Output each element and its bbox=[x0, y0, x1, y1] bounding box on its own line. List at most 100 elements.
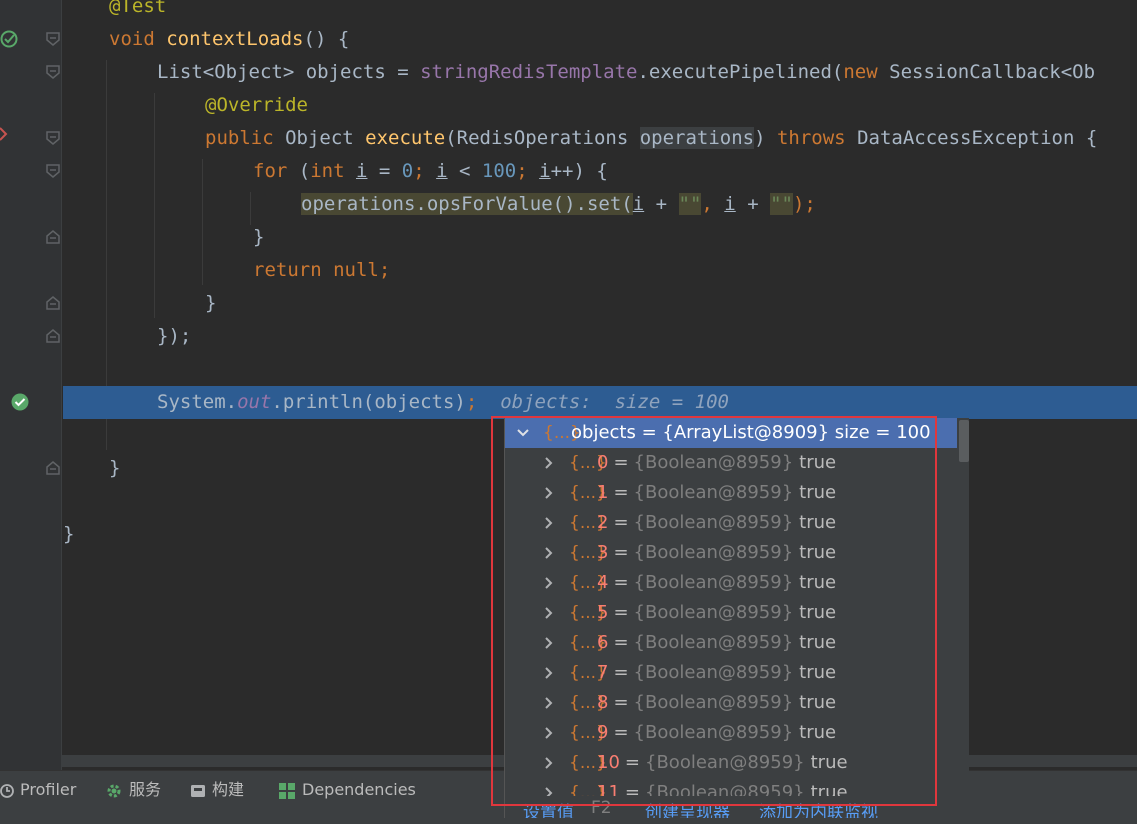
tree-item-row[interactable]: {...} 5 = {Boolean@8959} true bbox=[505, 598, 957, 628]
tree-item-row[interactable]: {...} 4 = {Boolean@8959} true bbox=[505, 568, 957, 598]
item-reference: {Boolean@8959} bbox=[633, 692, 794, 713]
tree-item-row[interactable]: {...} 1 = {Boolean@8959} true bbox=[505, 478, 957, 508]
item-value: true bbox=[799, 542, 837, 563]
variable: i bbox=[539, 160, 551, 182]
tree-item-text: 6 = {Boolean@8959} true bbox=[597, 628, 836, 658]
add-inline-watch-link[interactable]: 添加为内联监视 bbox=[759, 798, 878, 818]
code-line: @Override bbox=[63, 89, 1137, 122]
tree-item-text: 5 = {Boolean@8959} true bbox=[597, 598, 836, 628]
equals-sign: = bbox=[613, 662, 629, 683]
tree-item-row[interactable]: {...} 3 = {Boolean@8959} true bbox=[505, 538, 957, 568]
tree-item-row[interactable]: {...} 8 = {Boolean@8959} true bbox=[505, 688, 957, 718]
keyword: public bbox=[205, 127, 274, 149]
tree-item-row[interactable]: {...} 7 = {Boolean@8959} true bbox=[505, 658, 957, 688]
override-marker-icon[interactable] bbox=[0, 126, 10, 144]
tree-item-text: 9 = {Boolean@8959} true bbox=[597, 718, 836, 748]
set-value-link[interactable]: 设置值 bbox=[523, 798, 574, 818]
chevron-right-icon[interactable] bbox=[543, 727, 555, 739]
tree-item-row[interactable]: {...} 2 = {Boolean@8959} true bbox=[505, 508, 957, 538]
chevron-right-icon[interactable] bbox=[543, 547, 555, 559]
keyword: void bbox=[109, 28, 155, 50]
tree-item-text: 8 = {Boolean@8959} true bbox=[597, 688, 836, 718]
item-value: true bbox=[799, 512, 837, 533]
code-text: } bbox=[205, 292, 217, 314]
equals-sign: = bbox=[624, 752, 640, 773]
item-index: 1 bbox=[597, 482, 609, 503]
tree-item-row[interactable]: {...} 10 = {Boolean@8959} true bbox=[505, 748, 957, 778]
item-reference: {Boolean@8959} bbox=[645, 752, 805, 773]
item-reference: {Boolean@8959} bbox=[633, 572, 794, 593]
code-text: System. bbox=[157, 391, 238, 413]
fold-end-marker-icon[interactable] bbox=[46, 461, 60, 475]
profiler-tab[interactable]: Profiler bbox=[0, 779, 76, 801]
item-index: 8 bbox=[597, 692, 609, 713]
equals-sign: = bbox=[613, 602, 629, 623]
dependencies-icon bbox=[279, 782, 295, 799]
chevron-right-icon[interactable] bbox=[543, 697, 555, 709]
chevron-right-icon[interactable] bbox=[543, 637, 555, 649]
chevron-right-icon[interactable] bbox=[543, 517, 555, 529]
item-value: true bbox=[799, 632, 837, 653]
code-line: operations.opsForValue().set(i + "", i +… bbox=[63, 188, 1137, 221]
breakpoint-check-icon[interactable] bbox=[10, 392, 30, 412]
chevron-right-icon[interactable] bbox=[543, 607, 555, 619]
debugger-value-popup[interactable]: {...} objects = {ArrayList@8909} size = … bbox=[504, 418, 969, 818]
tree-item-row[interactable]: {...} 6 = {Boolean@8959} true bbox=[505, 628, 957, 658]
code-text: ; bbox=[465, 391, 478, 413]
equals-sign: = bbox=[613, 692, 629, 713]
dependencies-tab[interactable]: Dependencies bbox=[278, 779, 416, 801]
item-index: 4 bbox=[597, 572, 609, 593]
fold-marker-icon[interactable] bbox=[46, 65, 60, 79]
test-passed-run-icon[interactable] bbox=[0, 29, 20, 49]
popup-scrollbar-thumb[interactable] bbox=[959, 420, 969, 462]
keyword: for bbox=[253, 160, 288, 182]
item-reference: {Boolean@8959} bbox=[633, 512, 794, 533]
root-name: objects bbox=[571, 422, 636, 443]
chevron-right-icon[interactable] bbox=[543, 667, 555, 679]
item-value: true bbox=[799, 692, 837, 713]
build-label: 构建 bbox=[212, 780, 245, 799]
fold-marker-icon[interactable] bbox=[46, 32, 60, 46]
item-value: true bbox=[799, 602, 837, 623]
code-text: .executePipelined( bbox=[637, 61, 844, 83]
field-name: stringRedisTemplate bbox=[420, 61, 638, 83]
code-text: ); bbox=[792, 193, 816, 215]
chevron-right-icon[interactable] bbox=[543, 577, 555, 589]
keyword: return bbox=[253, 259, 322, 281]
tree-item-text: 1 = {Boolean@8959} true bbox=[597, 478, 836, 508]
chevron-right-icon[interactable] bbox=[543, 487, 555, 499]
fold-marker-icon[interactable] bbox=[46, 164, 60, 178]
tree-root-row[interactable]: {...} objects = {ArrayList@8909} size = … bbox=[505, 418, 957, 448]
number-literal: 0 bbox=[401, 160, 414, 182]
code-line: return null; bbox=[63, 254, 1137, 287]
annotation: @Test bbox=[109, 0, 167, 17]
item-reference: {Boolean@8959} bbox=[633, 452, 794, 473]
method-name: execute bbox=[365, 127, 446, 149]
inline-debug-value[interactable]: objects: size = 100 bbox=[500, 391, 729, 413]
code-text: }); bbox=[157, 325, 192, 347]
code-text: < bbox=[447, 160, 482, 182]
create-renderer-link[interactable]: 创建呈现器 bbox=[645, 798, 730, 818]
equals-sign: = bbox=[613, 542, 629, 563]
item-value: true bbox=[799, 572, 837, 593]
popup-scrollbar-track[interactable] bbox=[957, 418, 969, 818]
chevron-right-icon[interactable] bbox=[543, 457, 555, 469]
services-tab[interactable]: 服务 bbox=[105, 779, 161, 801]
gear-icon bbox=[107, 784, 121, 797]
tree-item-text: 10 = {Boolean@8959} true bbox=[597, 748, 848, 778]
build-tab[interactable]: 构建 bbox=[190, 779, 244, 801]
tree-item-row[interactable]: {...} 0 = {Boolean@8959} true bbox=[505, 448, 957, 478]
chevron-right-icon[interactable] bbox=[543, 757, 555, 769]
chevron-down-icon[interactable] bbox=[517, 427, 529, 439]
item-value: true bbox=[799, 662, 837, 683]
item-reference: {Boolean@8959} bbox=[633, 632, 794, 653]
method-name: contextLoads bbox=[166, 28, 304, 50]
root-size: size = 100 bbox=[834, 422, 931, 443]
tree-item-row[interactable]: {...} 9 = {Boolean@8959} true bbox=[505, 718, 957, 748]
services-label: 服务 bbox=[129, 780, 162, 799]
fold-end-marker-icon[interactable] bbox=[46, 329, 60, 343]
fold-marker-icon[interactable] bbox=[46, 131, 60, 145]
fold-end-marker-icon[interactable] bbox=[46, 296, 60, 310]
variable: i bbox=[632, 193, 645, 215]
fold-end-marker-icon[interactable] bbox=[46, 230, 60, 244]
